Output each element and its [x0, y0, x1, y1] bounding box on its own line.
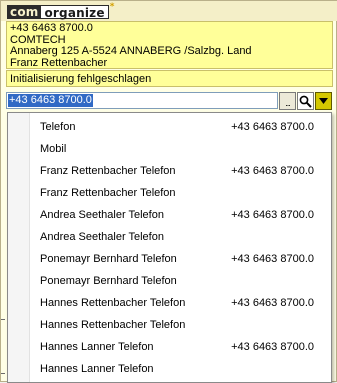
list-item-name: Ponemayr Bernhard Telefon [40, 275, 177, 287]
list-item-number: +43 6463 8700.0 [231, 253, 314, 265]
dropdown-toggle-button[interactable] [315, 92, 332, 110]
background-edge-line [1, 319, 5, 320]
list-item[interactable]: Telefon +43 6463 8700.0 [8, 116, 331, 138]
list-item[interactable]: Franz Rettenbacher Telefon [8, 182, 331, 204]
logo-part-organize: organize [41, 4, 109, 20]
list-item-name: Franz Rettenbacher Telefon [40, 187, 176, 199]
list-item-name: Franz Rettenbacher Telefon [40, 165, 176, 177]
list-item[interactable]: Andrea Seethaler Telefon +43 6463 8700.0 [8, 204, 331, 226]
list-item[interactable]: Mobil [8, 138, 331, 160]
phone-dropdown-list[interactable]: Telefon +43 6463 8700.0 Mobil Franz Rettenb… [7, 112, 332, 383]
list-item-name: Hannes Lanner Telefon [40, 363, 154, 375]
magnifier-icon [299, 95, 312, 108]
background-edge-line [1, 373, 5, 374]
phone-combobox[interactable]: +43 6463 8700.0 [6, 92, 278, 109]
list-item-number: +43 6463 8700.0 [231, 209, 314, 221]
list-item-name: Andrea Seethaler Telefon [40, 209, 164, 221]
list-item-number: +43 6463 8700.0 [231, 341, 314, 353]
list-item[interactable]: Hannes Rettenbacher Telefon +43 6463 8700… [8, 292, 331, 314]
list-item[interactable]: Franz Rettenbacher Telefon +43 6463 8700.… [8, 160, 331, 182]
list-item[interactable]: Andrea Seethaler Telefon [8, 226, 331, 248]
logo-star-icon: * [109, 2, 115, 12]
list-item-name: Ponemayr Bernhard Telefon [40, 253, 177, 265]
comorganize-logo: com organize * [7, 2, 115, 20]
list-item-name: Telefon [40, 121, 76, 133]
list-item[interactable]: Ponemayr Bernhard Telefon [8, 270, 331, 292]
list-item[interactable]: Hannes Rettenbacher Telefon [8, 314, 331, 336]
list-item[interactable]: Hannes Lanner Telefon +43 6463 8700.0 [8, 336, 331, 358]
header-bar: com organize * [1, 1, 337, 21]
contact-person: Franz Rettenbacher [10, 56, 108, 69]
contact-info-box: +43 6463 8700.0 COMTECH Annaberg 125 A-5… [6, 21, 333, 69]
browse-button[interactable]: ... [279, 92, 296, 110]
browse-dots-label: ... [285, 97, 290, 108]
contact-address: Annaberg 125 A-5524 ANNABERG /Salzbg. La… [10, 45, 252, 57]
logo-part-com: com [7, 4, 42, 19]
search-button[interactable] [297, 92, 314, 110]
list-item-name: Hannes Lanner Telefon [40, 341, 154, 353]
list-item[interactable]: Ponemayr Bernhard Telefon +43 6463 8700.0 [8, 248, 331, 270]
phone-input-selected-text: +43 6463 8700.0 [8, 94, 93, 107]
list-item-number: +43 6463 8700.0 [231, 121, 314, 133]
list-item[interactable]: Hannes Lanner Telefon [8, 358, 331, 380]
status-message: Initialisierung fehlgeschlagen [6, 70, 333, 87]
list-item-name: Hannes Rettenbacher Telefon [40, 297, 186, 309]
triangle-down-icon [319, 98, 328, 104]
contact-phone: +43 6463 8700.0 [10, 22, 93, 34]
list-item-number: +43 6463 8700.0 [231, 165, 314, 177]
list-item-number: +43 6463 8700.0 [231, 297, 314, 309]
list-item-name: Mobil [40, 143, 67, 155]
comorganize-window: com organize * +43 6463 8700.0 COMTECH A… [0, 0, 337, 383]
list-item-name: Andrea Seethaler Telefon [40, 231, 164, 243]
list-item-name: Hannes Rettenbacher Telefon [40, 319, 186, 331]
